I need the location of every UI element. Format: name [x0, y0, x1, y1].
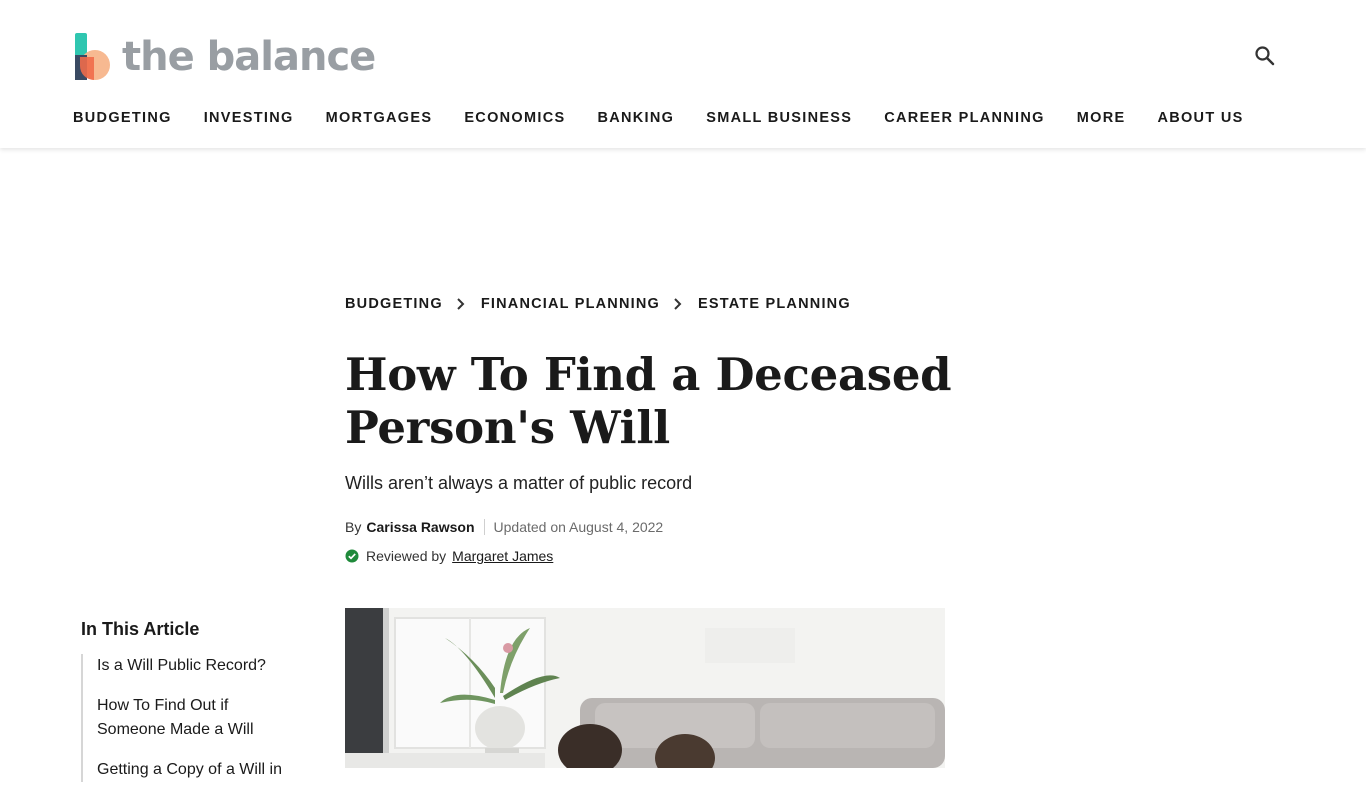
breadcrumb-estate-planning[interactable]: ESTATE PLANNING: [698, 296, 851, 312]
nav-about-us[interactable]: ABOUT US: [1157, 110, 1243, 126]
byline-divider: [483, 519, 485, 535]
nav-economics[interactable]: ECONOMICS: [464, 110, 565, 126]
hero-image: [345, 608, 945, 768]
reviewed-label: Reviewed by: [366, 548, 447, 564]
nav-budgeting[interactable]: BUDGETING: [73, 110, 172, 126]
reviewed-by: Reviewed by Margaret James: [345, 548, 553, 564]
nav-mortgages[interactable]: MORTGAGES: [326, 110, 433, 126]
logo-text: the balance: [122, 34, 376, 80]
author-link[interactable]: Carissa Rawson: [366, 519, 474, 535]
nav-investing[interactable]: INVESTING: [204, 110, 294, 126]
search-icon[interactable]: [1254, 45, 1276, 67]
nav-more[interactable]: MORE: [1077, 110, 1126, 126]
toc-title: In This Article: [81, 619, 200, 639]
article-title: How To Find a Deceased Person's Will: [345, 348, 952, 454]
nav-career-planning[interactable]: CAREER PLANNING: [884, 110, 1044, 126]
chevron-right-icon: [672, 297, 684, 311]
site-logo[interactable]: the balance: [74, 32, 376, 82]
article-subtitle: Wills aren’t always a matter of public r…: [345, 473, 693, 493]
byline: By Carissa Rawson Updated on August 4, 2…: [345, 519, 663, 535]
toc-item[interactable]: Is a Will Public Record?: [97, 654, 296, 678]
table-of-contents: In This Article Is a Will Public Record?…: [81, 619, 296, 798]
nav-banking[interactable]: BANKING: [597, 110, 674, 126]
toc-item[interactable]: Getting a Copy of a Will in: [97, 758, 296, 782]
reviewer-link[interactable]: Margaret James: [452, 548, 553, 564]
nav-small-business[interactable]: SMALL BUSINESS: [706, 110, 852, 126]
toc-item[interactable]: How To Find Out if Someone Made a Will: [97, 694, 296, 742]
hero-photo: [345, 608, 945, 768]
logo-mark-icon: [74, 33, 112, 81]
breadcrumb-budgeting[interactable]: BUDGETING: [345, 296, 443, 312]
main-nav: BUDGETING INVESTING MORTGAGES ECONOMICS …: [73, 110, 1276, 126]
site-header: the balance BUDGETING INVESTING MORTGAGE…: [0, 0, 1366, 148]
by-label: By: [345, 519, 362, 535]
breadcrumb: BUDGETING FINANCIAL PLANNING ESTATE PLAN…: [345, 296, 851, 312]
breadcrumb-financial-planning[interactable]: FINANCIAL PLANNING: [481, 296, 660, 312]
toc-list: Is a Will Public Record? How To Find Out…: [81, 654, 296, 782]
chevron-right-icon: [455, 297, 467, 311]
updated-date: Updated on August 4, 2022: [493, 519, 664, 535]
verified-check-icon: [345, 549, 359, 563]
